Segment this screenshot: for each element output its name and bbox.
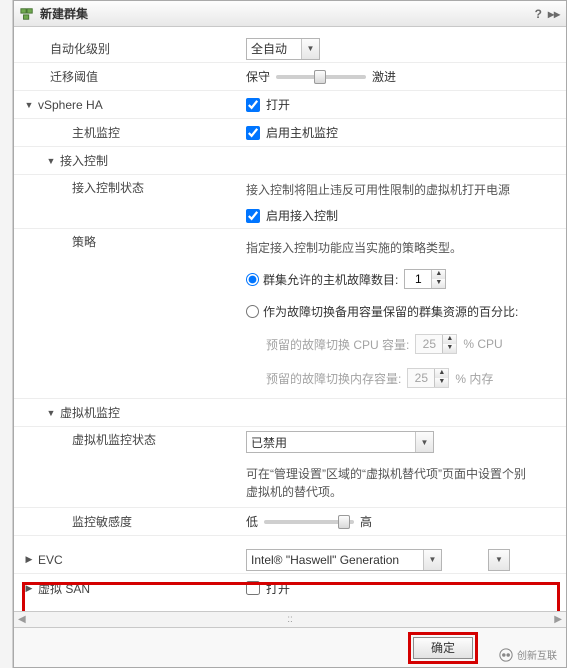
chevron-down-icon: ▼	[423, 550, 441, 570]
policy-opt1-spinner[interactable]: ▲▼	[404, 269, 446, 289]
automation-label: 自动化级别	[50, 40, 110, 57]
sens-low: 低	[246, 513, 258, 530]
help-icon[interactable]: ?	[535, 7, 542, 21]
policy-opt1-label: 群集允许的主机故障数目:	[263, 271, 398, 288]
ha-label: vSphere HA	[38, 98, 103, 112]
horizontal-scrollbar[interactable]: ◀ :: ▶	[14, 611, 566, 627]
admission-header: 接入控制	[60, 152, 108, 169]
sens-slider[interactable]	[264, 520, 354, 524]
hostmon-checkbox-label: 启用主机监控	[266, 124, 338, 141]
cpu-reserve-label: 预留的故障切换 CPU 容量:	[266, 336, 409, 353]
expander-ha[interactable]: ▼	[24, 100, 34, 110]
cpu-unit: % CPU	[463, 337, 502, 351]
migration-left: 保守	[246, 68, 270, 85]
expander-evc[interactable]: ▶	[24, 555, 34, 565]
policy-label: 策略	[72, 233, 96, 250]
vsan-checkbox-label: 打开	[266, 580, 290, 597]
policy-desc: 指定接入控制功能应当实施的策略类型。	[246, 237, 462, 259]
sens-high: 高	[360, 513, 372, 530]
cluster-icon	[20, 7, 34, 21]
vmmon-desc: 可在“管理设置”区域的“虚拟机替代项”页面中设置个别虚拟机的替代项。	[246, 463, 526, 503]
evc-select[interactable]: Intel® "Haswell" Generation ▼	[246, 549, 442, 571]
policy-opt2-radio[interactable]	[246, 305, 259, 318]
evc-label: EVC	[38, 553, 63, 567]
migration-slider[interactable]	[276, 75, 366, 79]
ok-button[interactable]: 确定	[413, 637, 473, 659]
vsan-checkbox[interactable]	[246, 581, 260, 595]
ha-checkbox[interactable]	[246, 98, 260, 112]
cpu-spinner: ▲▼	[415, 334, 457, 354]
policy-opt1-radio[interactable]	[246, 273, 259, 286]
chevron-down-icon: ▼	[415, 432, 433, 452]
chevron-down-icon: ▼	[301, 39, 319, 59]
vmmon-select[interactable]: 已禁用 ▼	[246, 431, 434, 453]
migration-label: 迁移阈值	[50, 68, 98, 85]
evc-secondary-dropdown[interactable]: ▼	[488, 549, 510, 571]
hostmon-checkbox[interactable]	[246, 126, 260, 140]
admission-enable-checkbox[interactable]	[246, 209, 260, 223]
ha-checkbox-label: 打开	[266, 96, 290, 113]
admission-status-label: 接入控制状态	[72, 179, 144, 196]
mem-unit: % 内存	[455, 370, 493, 387]
policy-opt2-label: 作为故障切换备用容量保留的群集资源的百分比:	[263, 303, 518, 320]
expander-vmmon[interactable]: ▼	[46, 408, 56, 418]
vmmon-status-label: 虚拟机监控状态	[72, 431, 156, 448]
spinner-down-icon[interactable]: ▼	[431, 279, 445, 288]
automation-select[interactable]: 全自动 ▼	[246, 38, 320, 60]
migration-right: 激进	[372, 68, 396, 85]
admission-desc: 接入控制将阻止违反可用性限制的虚拟机打开电源	[246, 179, 510, 201]
dialog-title-bar: 新建群集 ? ▸▸	[14, 1, 566, 27]
admission-enable-label: 启用接入控制	[266, 207, 338, 224]
mem-spinner: ▲▼	[407, 368, 449, 388]
expander-vsan[interactable]: ▶	[24, 583, 34, 593]
vsan-label: 虚拟 SAN	[38, 580, 90, 597]
highlight-ok: 确定	[408, 632, 478, 664]
mem-reserve-label: 预留的故障切换内存容量:	[266, 370, 401, 387]
hostmon-label: 主机监控	[72, 124, 120, 141]
sens-label: 监控敏感度	[72, 513, 132, 530]
dialog-title: 新建群集	[40, 5, 88, 22]
expander-admission[interactable]: ▼	[46, 156, 56, 166]
content-area: 自动化级别 全自动 ▼ 迁移阈值 保守 激进 ▼	[14, 27, 566, 611]
vmmon-header: 虚拟机监控	[60, 404, 120, 421]
spinner-up-icon[interactable]: ▲	[431, 270, 445, 279]
collapse-icon[interactable]: ▸▸	[548, 7, 560, 21]
